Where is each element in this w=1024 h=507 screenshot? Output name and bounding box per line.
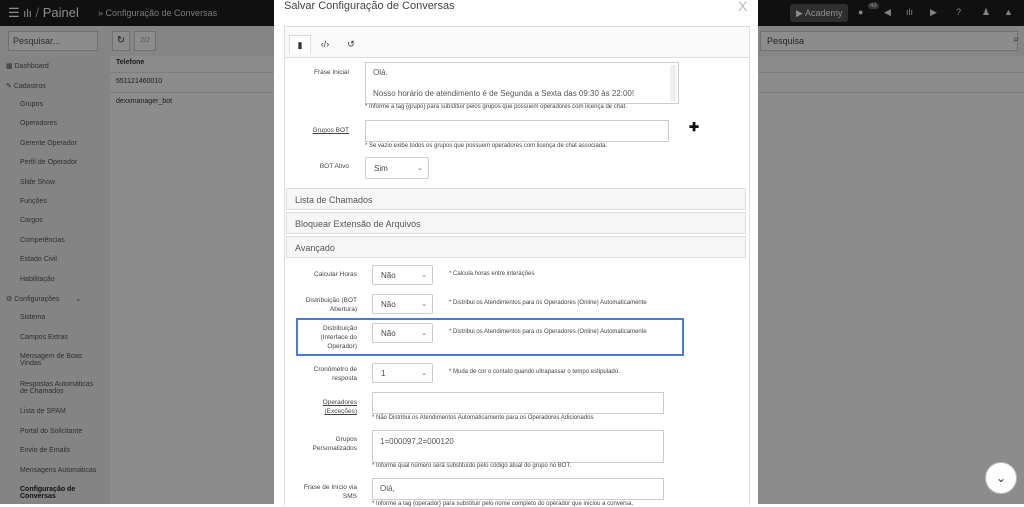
frase-inicial-hint: * Informe a tag {grupo} para substituir … bbox=[365, 104, 627, 110]
bot-ativo-select[interactable]: Sim ⌄ bbox=[365, 157, 429, 179]
tab-code[interactable]: ‹/› bbox=[315, 35, 335, 53]
operadores-excecoes-label[interactable]: Operadores (Exceções) bbox=[295, 398, 357, 416]
chevron-down-icon: ⌄ bbox=[421, 370, 427, 377]
close-icon[interactable]: X bbox=[738, 0, 747, 14]
distribuicao-interface-hint: * Distribui os Atendimentos para os Oper… bbox=[449, 329, 647, 335]
section-bloquear-extensao[interactable]: Bloquear Extensão de Arquivos bbox=[286, 212, 746, 234]
tab-history[interactable]: ↺ bbox=[341, 35, 361, 53]
add-icon[interactable]: ✚ bbox=[689, 120, 699, 134]
calcular-horas-hint: * Calcula horas entre interações bbox=[449, 271, 535, 277]
code-icon: ‹/› bbox=[320, 39, 330, 49]
scroll-down-button[interactable]: ⌄ bbox=[985, 462, 1017, 494]
chevron-down-icon: ⌄ bbox=[995, 471, 1007, 485]
grupos-bot-hint: * Se vazio exibe todos os grupos que pos… bbox=[365, 143, 608, 149]
distribuicao-interface-select[interactable]: Não ⌄ bbox=[372, 323, 433, 343]
frase-sms-hint: * Informe a tag {operador} para substitu… bbox=[372, 501, 634, 507]
cronometro-label: Cronômetro de resposta bbox=[313, 366, 357, 382]
distribuicao-bot-label: Distribuição (BOT Abertura) bbox=[305, 297, 357, 313]
cronometro-select[interactable]: 1 ⌄ bbox=[372, 363, 433, 383]
grupos-personalizados-textarea[interactable]: 1=000097,2=000120 bbox=[372, 430, 664, 463]
chevron-down-icon: ⌄ bbox=[421, 272, 427, 279]
tab-form[interactable]: ▮ bbox=[289, 35, 311, 54]
chevron-down-icon: ⌄ bbox=[421, 301, 427, 308]
distribuicao-bot-select[interactable]: Não ⌄ bbox=[372, 294, 433, 314]
section-lista-chamados[interactable]: Lista de Chamados bbox=[286, 188, 746, 210]
form-body: Frase Inicial Olá. Nosso horário de aten… bbox=[285, 57, 749, 507]
textarea-scrollbar[interactable] bbox=[670, 65, 676, 101]
grupos-bot-label[interactable]: Grupos BOT bbox=[301, 126, 349, 135]
section-avancado[interactable]: Avançado bbox=[286, 236, 746, 258]
bot-ativo-label: BOT Ativo bbox=[319, 163, 349, 170]
history-icon: ↺ bbox=[347, 39, 355, 49]
distribuicao-interface-label: Distribuição (Interface do Operador) bbox=[320, 325, 358, 350]
modal-title: Salvar Configuração de Conversas bbox=[284, 0, 455, 12]
modal-dialog: Salvar Configuração de Conversas X ▮ ‹/›… bbox=[274, 0, 758, 507]
operadores-excecoes-hint: * Não Distribui os Atendimentos Automati… bbox=[372, 415, 594, 421]
frase-sms-textarea[interactable]: Olá, bbox=[372, 478, 664, 500]
grupos-personalizados-label: Grupos Personalizados bbox=[312, 436, 357, 452]
calcular-horas-select[interactable]: Não ⌄ bbox=[372, 265, 433, 285]
form-panel: ▮ ‹/› ↺ Frase Inicial Olá. Nosso horário… bbox=[284, 26, 750, 507]
grupos-bot-input[interactable] bbox=[365, 120, 669, 142]
cronometro-hint: * Muda de cor o contato quando ultrapass… bbox=[449, 369, 620, 375]
calcular-horas-label: Calcular Horas bbox=[314, 271, 357, 278]
frase-sms-label: Frase de Início via SMS bbox=[303, 484, 357, 500]
document-icon: ▮ bbox=[297, 40, 303, 50]
chevron-down-icon: ⌄ bbox=[417, 165, 423, 172]
distribuicao-bot-hint: * Distribui os Atendimentos para os Oper… bbox=[449, 300, 647, 306]
frase-inicial-label: Frase Inicial bbox=[313, 69, 349, 76]
frase-inicial-textarea[interactable]: Olá. Nosso horário de atendimento é de S… bbox=[365, 62, 679, 104]
operadores-excecoes-input[interactable] bbox=[372, 392, 664, 414]
chevron-down-icon: ⌄ bbox=[421, 330, 427, 337]
grupos-personalizados-hint: * Informe qual número será substituído p… bbox=[372, 463, 572, 469]
